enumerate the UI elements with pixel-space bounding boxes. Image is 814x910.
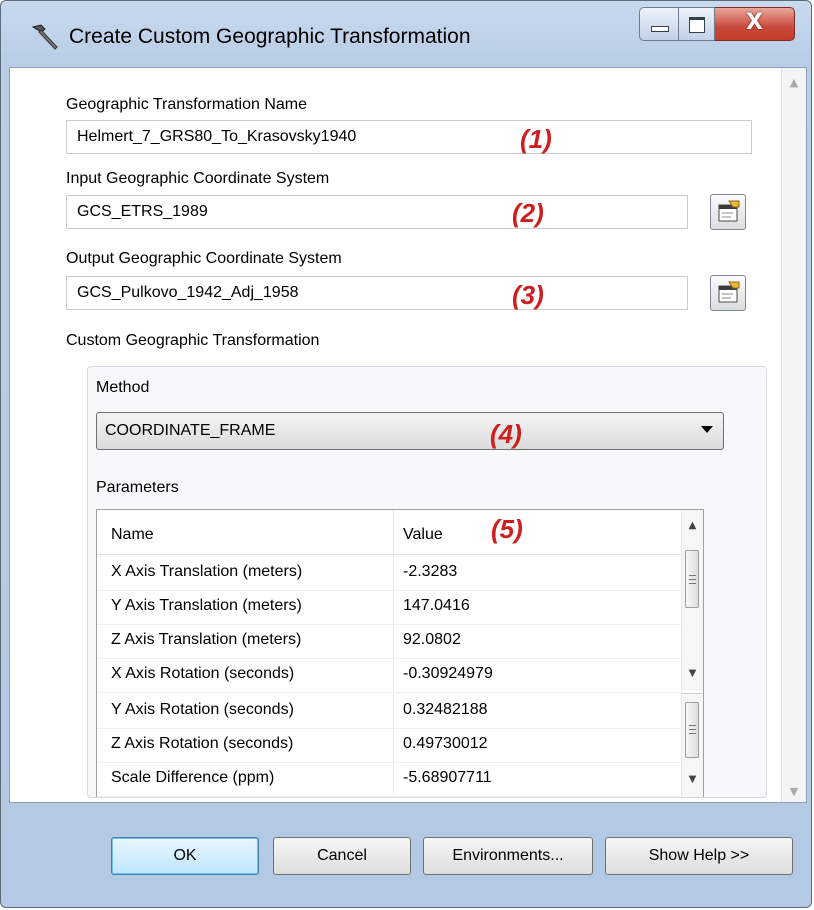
transformation-name-label: Geographic Transformation Name — [66, 96, 307, 113]
parameters-table: Name Value (5) X Axis Translation (meter… — [96, 509, 704, 797]
row-value[interactable]: 0.32482188 — [403, 701, 488, 719]
cell-divider — [393, 556, 394, 590]
cell-divider — [393, 762, 394, 796]
cancel-button[interactable]: Cancel — [273, 837, 411, 875]
close-icon: X — [746, 10, 763, 35]
callout-4: (4) — [490, 419, 522, 449]
window-title: Create Custom Geographic Transformation — [69, 25, 471, 48]
table-row[interactable]: X Axis Translation (meters) -2.3283 — [97, 556, 683, 591]
table-row[interactable]: X Axis Rotation (seconds) -0.30924979 — [97, 658, 683, 693]
dialog-content: ▲ ▼ Geographic Transformation Name Helme… — [9, 67, 807, 803]
callout-3: (3) — [512, 280, 544, 310]
scrollbar-thumb[interactable] — [685, 702, 699, 758]
row-name: Y Axis Rotation (seconds) — [111, 701, 294, 718]
column-header-value[interactable]: Value — [403, 526, 443, 544]
row-name: Z Axis Rotation (seconds) — [111, 735, 294, 752]
row-value[interactable]: -5.68907711 — [403, 769, 492, 787]
callout-2: (2) — [512, 198, 544, 228]
cell-divider — [393, 624, 394, 658]
hammer-icon — [31, 24, 58, 50]
transformation-name-input[interactable]: Helmert_7_GRS80_To_Krasovsky1940 — [66, 120, 752, 154]
properties-icon — [718, 200, 740, 222]
row-name: X Axis Translation (meters) — [111, 563, 303, 580]
parameters-label: Parameters — [96, 479, 179, 496]
cell-divider — [393, 590, 394, 624]
maximize-button[interactable] — [679, 7, 715, 41]
row-value[interactable]: 0.49730012 — [403, 735, 488, 753]
cell-divider — [393, 728, 394, 762]
dialog-window: Create Custom Geographic Transformation … — [0, 0, 812, 908]
callout-1: (1) — [520, 124, 552, 154]
row-value[interactable]: 147.0416 — [403, 597, 470, 615]
column-divider[interactable] — [393, 510, 394, 554]
scrollbar-thumb[interactable] — [685, 550, 699, 608]
row-name: Scale Difference (ppm) — [111, 769, 275, 786]
close-button[interactable]: X — [715, 7, 795, 41]
scroll-up-icon[interactable]: ▲ — [682, 520, 703, 531]
custom-transformation-label: Custom Geographic Transformation — [66, 332, 320, 349]
method-value: COORDINATE_FRAME — [105, 422, 276, 439]
row-name: Z Axis Translation (meters) — [111, 631, 302, 648]
table-row[interactable]: Y Axis Translation (meters) 147.0416 — [97, 590, 683, 625]
show-help-button[interactable]: Show Help >> — [605, 837, 793, 875]
table-header: Name Value — [97, 510, 683, 555]
table-scrollbar-upper[interactable]: ▲ ▼ — [681, 510, 703, 691]
scroll-down-icon[interactable]: ▼ — [682, 668, 703, 679]
scroll-down-icon[interactable]: ▼ — [682, 774, 703, 785]
scroll-up-icon[interactable]: ▲ — [782, 76, 806, 89]
ok-button[interactable]: OK — [111, 837, 259, 875]
row-value[interactable]: -2.3283 — [403, 563, 457, 581]
button-bar: OK Cancel Environments... Show Help >> — [1, 803, 811, 903]
input-gcs-label: Input Geographic Coordinate System — [66, 170, 330, 187]
title-bar[interactable]: Create Custom Geographic Transformation … — [1, 1, 811, 65]
callout-5: (5) — [491, 514, 523, 544]
column-header-name[interactable]: Name — [111, 526, 154, 544]
table-row[interactable]: Z Axis Translation (meters) 92.0802 — [97, 624, 683, 659]
table-scrollbar-lower[interactable]: ▼ — [681, 693, 703, 797]
method-label: Method — [96, 379, 150, 396]
method-dropdown[interactable]: COORDINATE_FRAME — [96, 412, 724, 450]
dialog-scrollbar[interactable]: ▲ ▼ — [781, 68, 806, 802]
input-gcs-field[interactable]: GCS_ETRS_1989 — [66, 195, 688, 229]
table-row[interactable]: Scale Difference (ppm) -5.68907711 — [97, 762, 683, 797]
output-gcs-field[interactable]: GCS_Pulkovo_1942_Adj_1958 — [66, 276, 688, 310]
environments-button[interactable]: Environments... — [423, 837, 593, 875]
cell-divider — [393, 694, 394, 728]
cell-divider — [393, 658, 394, 692]
minimize-button[interactable] — [639, 7, 679, 41]
input-gcs-browse-button[interactable] — [710, 194, 746, 230]
row-name: X Axis Rotation (seconds) — [111, 665, 295, 682]
row-name: Y Axis Translation (meters) — [111, 597, 302, 614]
custom-transformation-group: Method COORDINATE_FRAME (4) Parameters N… — [87, 366, 767, 798]
output-gcs-label: Output Geographic Coordinate System — [66, 250, 342, 267]
maximize-icon — [689, 17, 705, 33]
minimize-icon — [651, 26, 669, 32]
table-row[interactable]: Z Axis Rotation (seconds) 0.49730012 — [97, 728, 683, 763]
row-value[interactable]: -0.30924979 — [403, 665, 493, 683]
output-gcs-browse-button[interactable] — [710, 275, 746, 311]
table-row[interactable]: Y Axis Rotation (seconds) 0.32482188 — [97, 694, 683, 729]
row-value[interactable]: 92.0802 — [403, 631, 461, 649]
chevron-down-icon — [701, 426, 713, 433]
properties-icon — [718, 281, 740, 303]
scroll-down-icon[interactable]: ▼ — [782, 785, 806, 798]
